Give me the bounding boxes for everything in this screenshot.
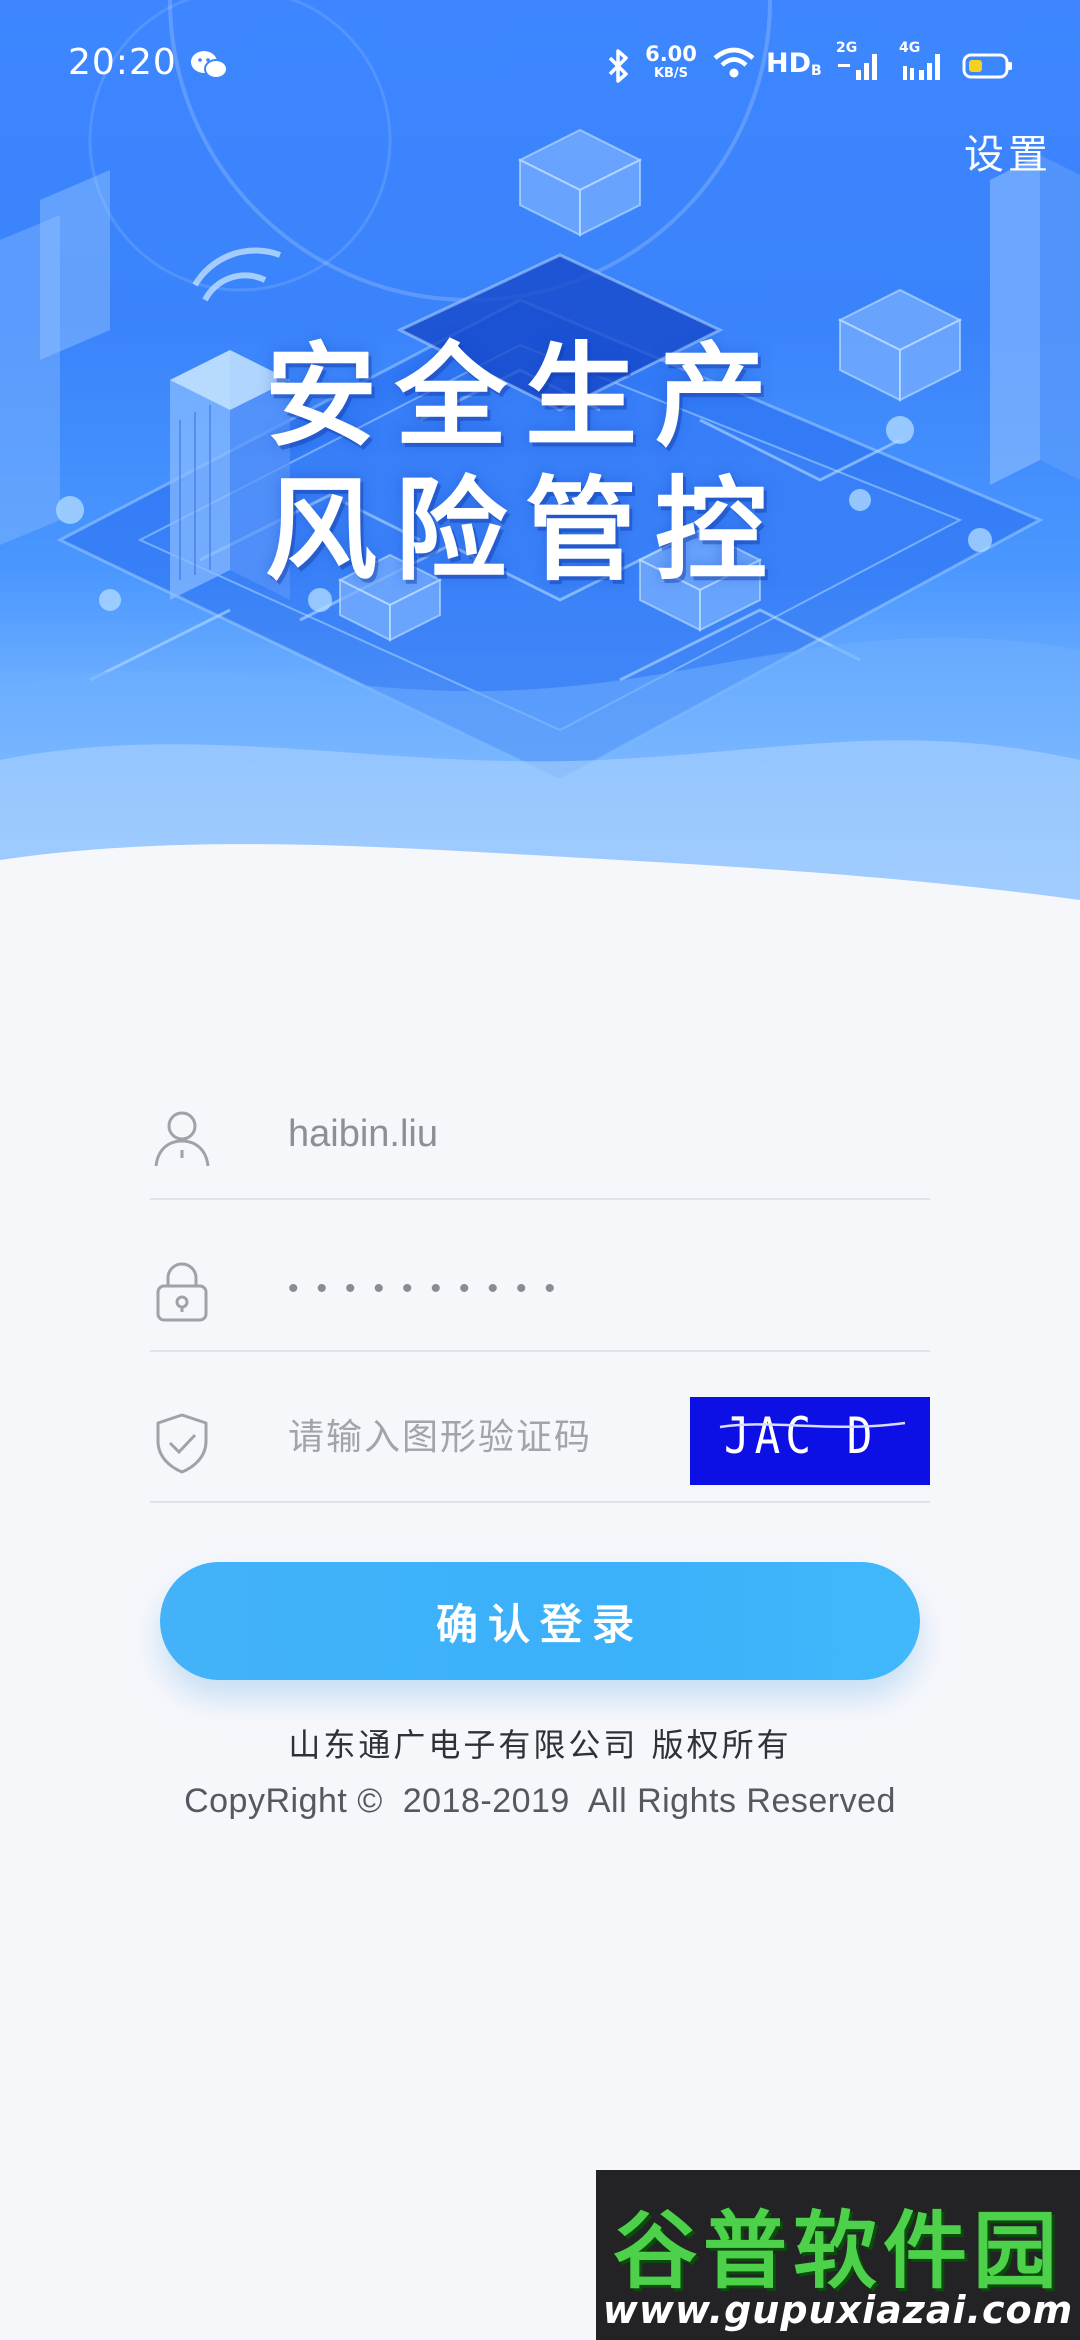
watermark: 谷普软件园 www.gupuxiazai.com (596, 2170, 1080, 2340)
company-copyright: 山东通广电子有限公司 版权所有 (288, 1726, 792, 1764)
app-title-line-1: 安全生产 (265, 332, 785, 462)
wifi-icon (713, 47, 755, 78)
app-title: 安全生产 风险管控 (265, 330, 825, 598)
username-row (150, 1050, 930, 1200)
watermark-url: www.gupuxiazai.com (602, 2288, 1074, 2332)
user-icon (154, 1111, 210, 1167)
wechat-icon (191, 51, 228, 79)
hd-label: HDB (766, 48, 822, 79)
net-speed-unit: KB/S (653, 66, 689, 81)
bluetooth-icon (608, 49, 628, 83)
watermark-title: 谷普软件园 (612, 2202, 1063, 2300)
settings-link[interactable]: 设置 (964, 122, 1052, 180)
status-bar: 20:20 6.00 KB/S HDB 2G 4G (0, 0, 1080, 130)
captcha-row: JAC D (150, 1353, 930, 1503)
network-speed: 6.00 KB/S (645, 42, 697, 81)
password-input[interactable] (288, 1257, 788, 1321)
password-row (150, 1202, 930, 1352)
copyright-notice: CopyRight © 2018-2019 All Rights Reserve… (184, 1782, 896, 1820)
lock-icon (156, 1262, 208, 1322)
battery-icon (962, 53, 1012, 79)
signal-icon (903, 54, 940, 80)
captcha-image[interactable]: JAC D (690, 1397, 930, 1485)
captcha-noise (719, 1421, 906, 1429)
hero-banner: 20:20 6.00 KB/S HDB 2G 4G 设置 安全生产 风险管控 (0, 0, 1080, 920)
signal-icon (838, 54, 877, 80)
login-button[interactable]: 确认登录 (160, 1562, 920, 1680)
captcha-input[interactable] (288, 1405, 688, 1469)
net-speed-value: 6.00 (645, 42, 697, 66)
app-title-line-2: 风险管控 (265, 466, 785, 596)
username-input[interactable] (288, 1102, 788, 1166)
shield-check-icon (156, 1413, 208, 1474)
login-screen: 20:20 6.00 KB/S HDB 2G 4G 设置 安全生产 风险管控 h… (0, 0, 1080, 2340)
status-time: 20:20 (68, 42, 177, 83)
